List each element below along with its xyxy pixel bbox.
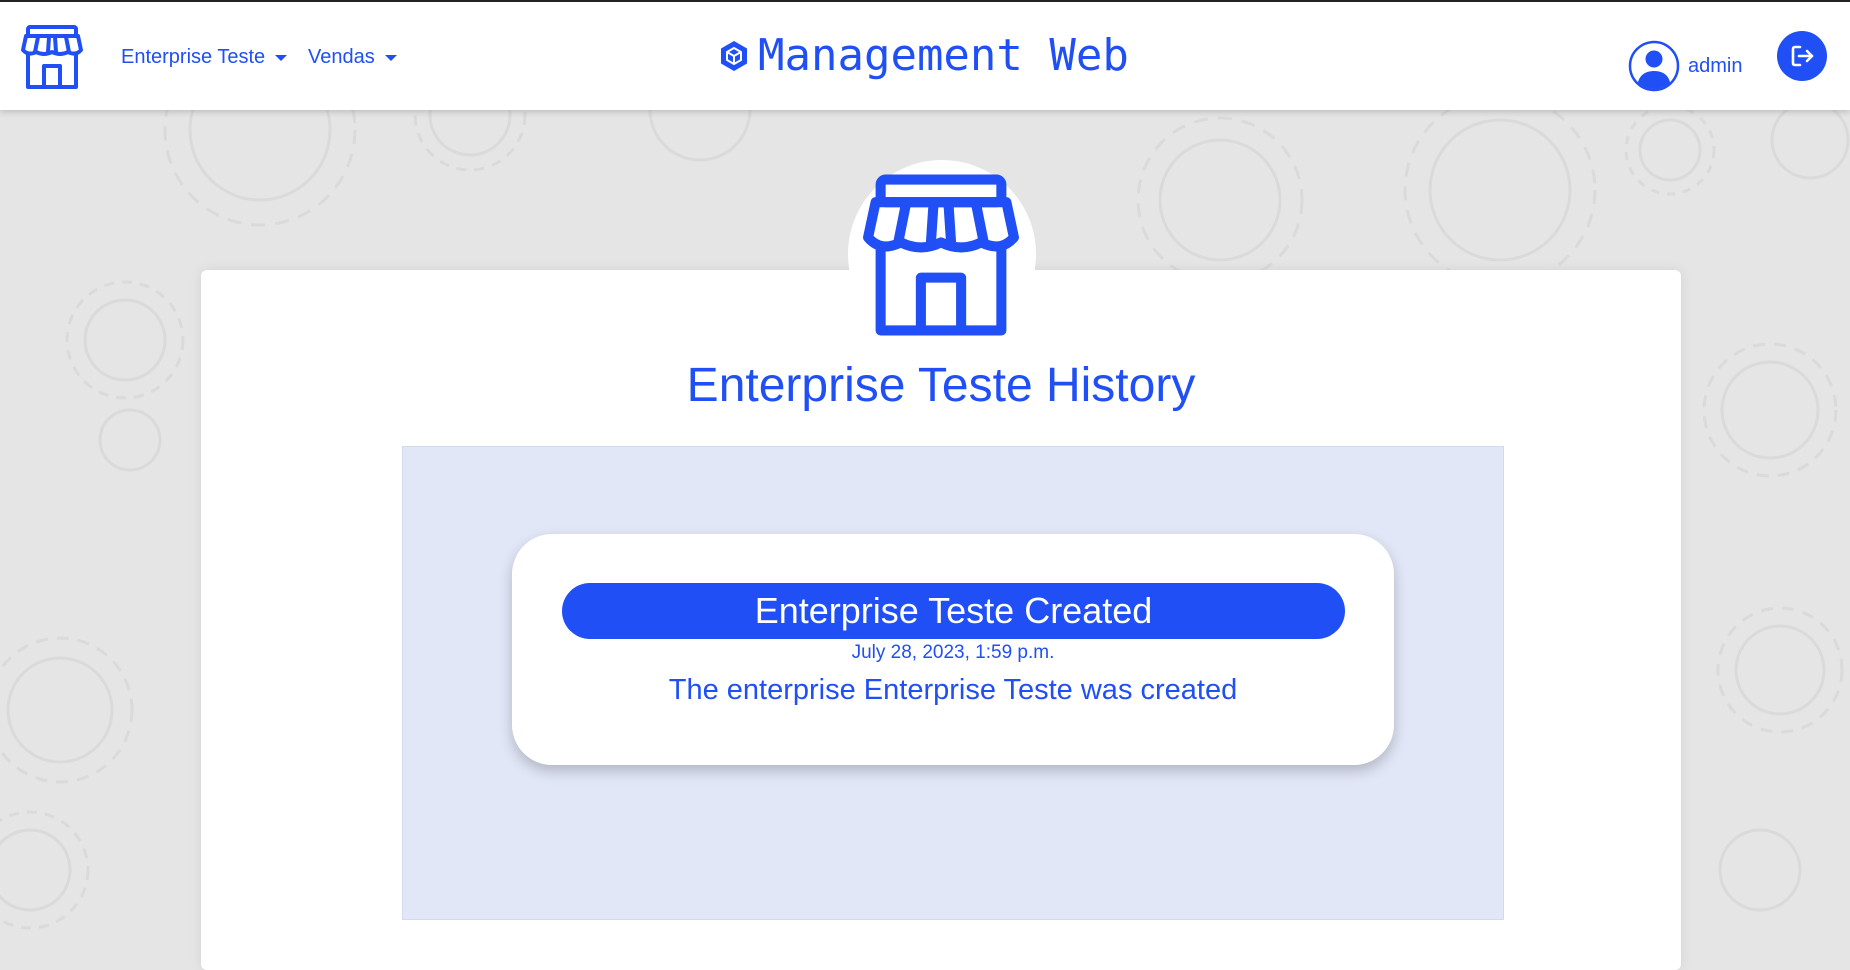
app-title-text: Management Web xyxy=(758,30,1129,81)
caret-down-icon xyxy=(275,54,288,61)
caret-down-icon xyxy=(384,54,397,61)
store-icon[interactable] xyxy=(20,24,84,90)
nav-dropdown-enterprise[interactable]: Enterprise Teste xyxy=(121,46,288,69)
top-navbar: Enterprise Teste Vendas Management Web a… xyxy=(0,0,1850,110)
store-icon xyxy=(863,174,1019,336)
user-circle-icon xyxy=(1628,40,1680,92)
event-title-badge: Enterprise Teste Created xyxy=(562,583,1345,639)
user-menu[interactable]: admin xyxy=(1628,40,1742,92)
logout-button[interactable] xyxy=(1777,31,1827,81)
page-title: Enterprise Teste History xyxy=(686,359,1196,412)
logout-icon xyxy=(1791,45,1814,67)
event-timestamp: July 28, 2023, 1:59 p.m. xyxy=(851,642,1055,663)
event-description: The enterprise Enterprise Teste was crea… xyxy=(668,674,1238,706)
cube-icon xyxy=(721,40,747,71)
nav-dropdown-vendas[interactable]: Vendas xyxy=(308,46,397,69)
username: admin xyxy=(1688,54,1743,77)
nav-dropdown-label: Enterprise Teste xyxy=(121,46,266,68)
app-title: Management Web xyxy=(718,30,1129,81)
nav-dropdown-label: Vendas xyxy=(308,46,375,68)
